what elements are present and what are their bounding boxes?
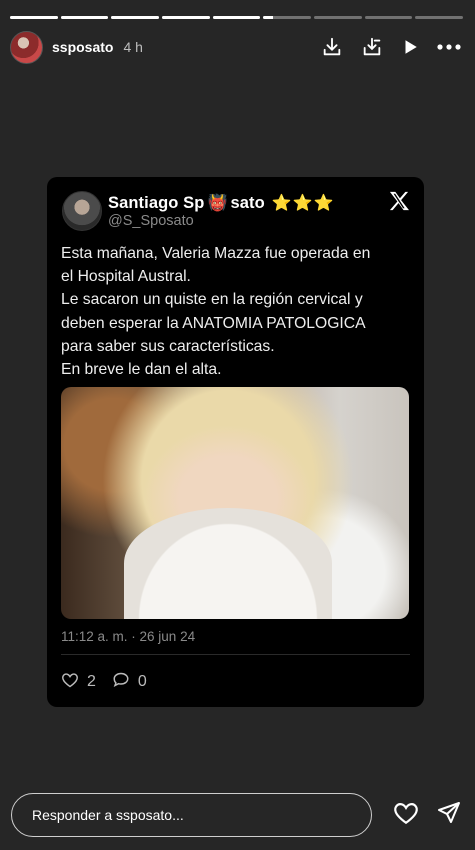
more-icon[interactable] bbox=[437, 43, 461, 51]
progress-segment bbox=[415, 16, 464, 19]
progress-segment-fill bbox=[10, 16, 58, 19]
like-count: 2 bbox=[87, 673, 96, 690]
progress-segment-fill bbox=[60, 16, 109, 19]
post-time: 4 h bbox=[123, 39, 143, 55]
tweet-timestamp: 11:12 a. m. · 26 jun 24 bbox=[61, 629, 196, 644]
progress-segment-fill bbox=[212, 16, 261, 19]
like-stat: 2 bbox=[61, 672, 96, 693]
progress-segment bbox=[111, 16, 160, 19]
tweet-text: Esta mañana, Valeria Mazza fue operada e… bbox=[61, 245, 371, 379]
heart-icon bbox=[61, 672, 79, 693]
progress-segment bbox=[263, 16, 312, 19]
progress-segment bbox=[212, 16, 261, 19]
save-icon[interactable] bbox=[361, 36, 383, 58]
download-icon[interactable] bbox=[321, 36, 343, 58]
tweet-handle: @S_Sposato bbox=[108, 213, 194, 229]
progress-segment bbox=[10, 16, 58, 19]
progress-segment bbox=[60, 16, 109, 19]
progress-segment bbox=[162, 16, 210, 19]
play-icon[interactable] bbox=[401, 38, 419, 56]
tweet-author-name-text: Santiago Sp bbox=[108, 193, 205, 212]
devil-emoji-icon: 👹 bbox=[207, 195, 228, 212]
comment-icon bbox=[112, 671, 130, 693]
username[interactable]: ssposato bbox=[52, 39, 113, 55]
x-logo-icon bbox=[388, 191, 410, 216]
tweet-avatar bbox=[62, 191, 102, 231]
tweet-author-name-tail: sato bbox=[230, 193, 265, 212]
reply-stat: 0 bbox=[112, 671, 147, 693]
tweet-photo bbox=[61, 387, 409, 619]
progress-segment-fill bbox=[162, 16, 210, 19]
tweet-author-name: Santiago Sp 👹 sato ⭐⭐⭐ bbox=[108, 193, 335, 213]
reply-count: 0 bbox=[137, 673, 147, 690]
tweet-card[interactable]: Santiago Sp 👹 sato ⭐⭐⭐ @S_Sposato Esta m… bbox=[47, 177, 424, 707]
story-progress-bar bbox=[10, 16, 464, 19]
progress-segment bbox=[314, 16, 362, 19]
story-header: ssposato 4 h bbox=[10, 30, 461, 64]
star-emoji-icon: ⭐⭐⭐ bbox=[271, 195, 335, 212]
like-heart-icon[interactable] bbox=[393, 801, 419, 830]
avatar[interactable] bbox=[10, 30, 43, 64]
story-footer: Responder a ssposato... bbox=[11, 793, 461, 837]
tweet-divider bbox=[61, 654, 410, 655]
progress-segment-fill bbox=[263, 16, 273, 19]
progress-segment bbox=[364, 16, 413, 19]
reply-input-placeholder: Responder a ssposato... bbox=[32, 807, 184, 823]
reply-input[interactable]: Responder a ssposato... bbox=[11, 793, 372, 837]
progress-segment-fill bbox=[111, 16, 160, 19]
send-icon[interactable] bbox=[437, 801, 461, 830]
